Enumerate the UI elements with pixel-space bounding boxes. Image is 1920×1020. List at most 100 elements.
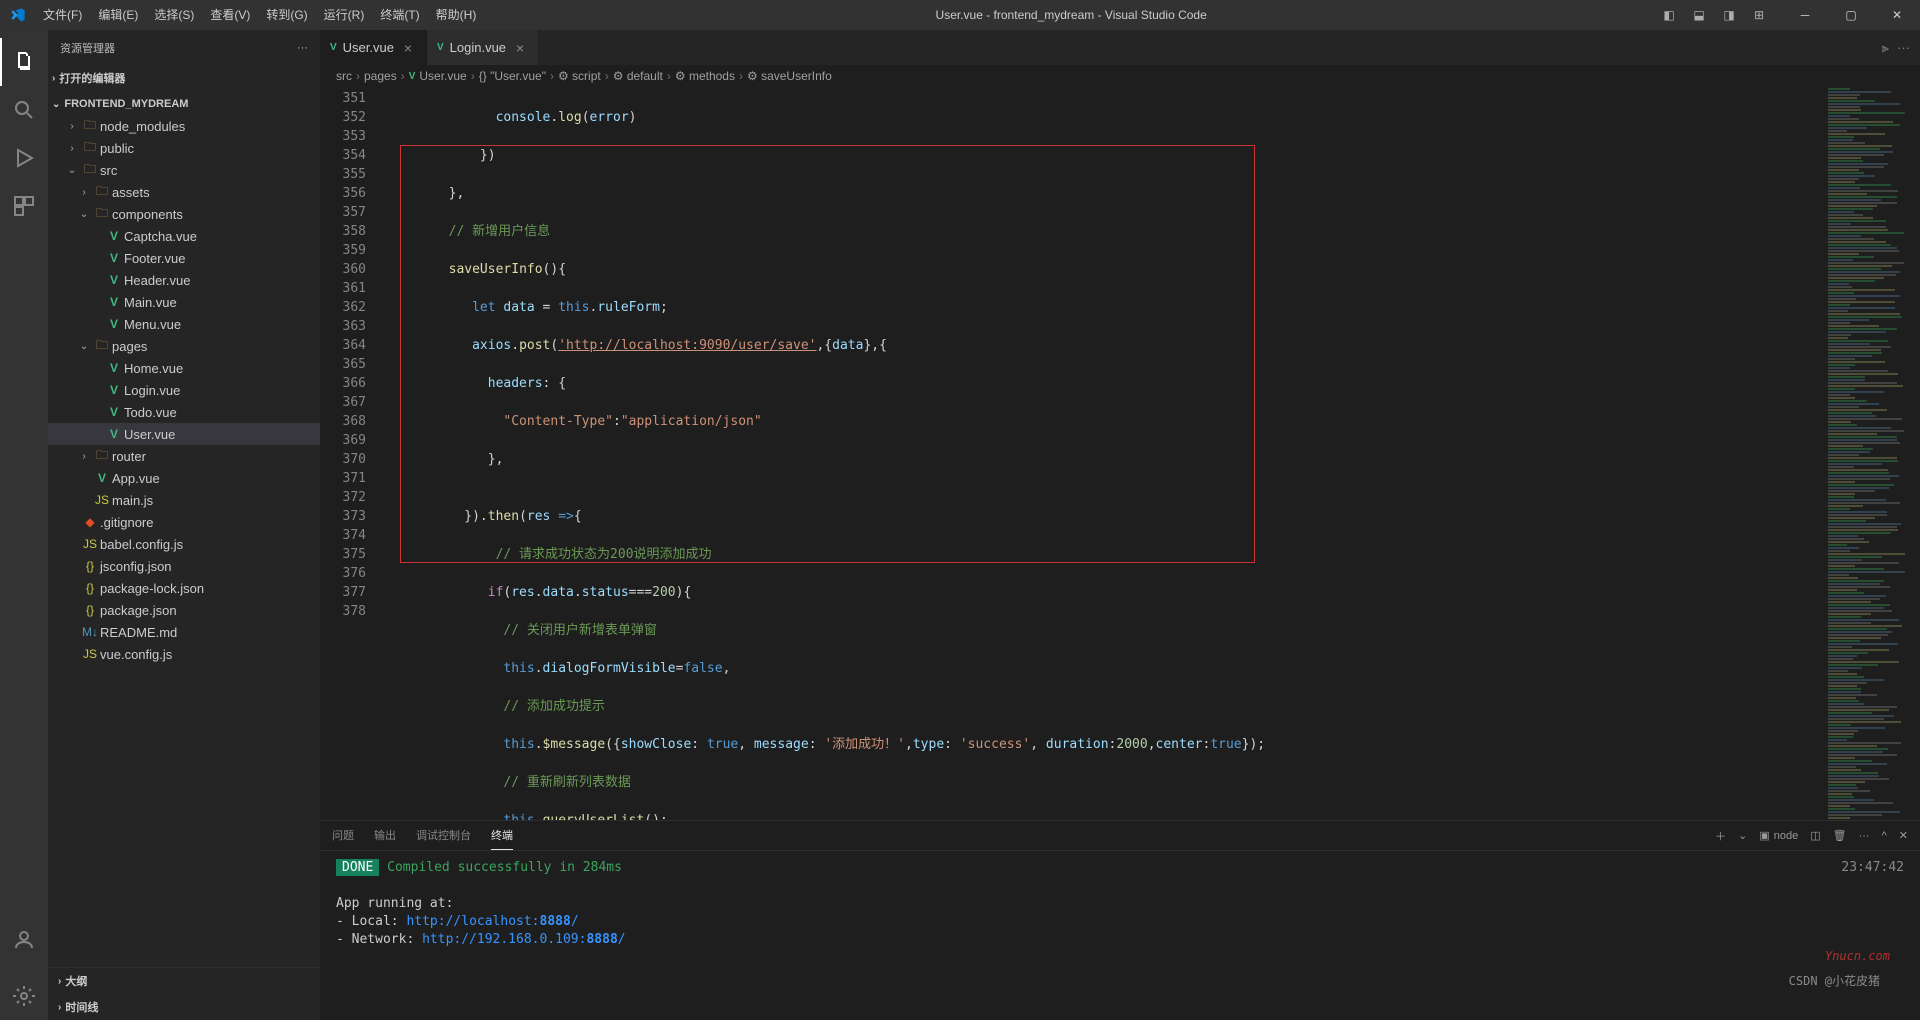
close-tab-icon[interactable]: ×	[512, 40, 528, 56]
maximize-icon[interactable]: ▢	[1828, 0, 1874, 30]
tree-folder[interactable]: ⌄🗀pages	[48, 335, 320, 357]
window-title: User.vue - frontend_mydream - Visual Stu…	[484, 8, 1658, 22]
explorer-icon[interactable]	[0, 38, 48, 86]
menu-item[interactable]: 编辑(E)	[90, 0, 146, 30]
chevron-icon: ›	[64, 121, 80, 132]
open-editors-section[interactable]: ›打开的编辑器	[48, 67, 320, 89]
code-area[interactable]: console.log(error) }) }, // 新增用户信息 saveU…	[386, 87, 1824, 820]
tree-file[interactable]: {}package-lock.json	[48, 577, 320, 599]
breadcrumb-item[interactable]: ⚙ script	[558, 69, 601, 83]
tree-folder[interactable]: ⌄🗀components	[48, 203, 320, 225]
search-icon[interactable]	[0, 86, 48, 134]
tree-file[interactable]: VHeader.vue	[48, 269, 320, 291]
menu-item[interactable]: 帮助(H)	[428, 0, 485, 30]
tree-label: assets	[112, 185, 150, 200]
layout-panel-bottom-icon[interactable]: ⬓	[1688, 0, 1710, 30]
account-icon[interactable]	[0, 916, 48, 964]
tree-label: node_modules	[100, 119, 185, 134]
tree-file[interactable]: VCaptcha.vue	[48, 225, 320, 247]
tree-folder[interactable]: ⌄🗀src	[48, 159, 320, 181]
tree-file[interactable]: M↓README.md	[48, 621, 320, 643]
tree-file[interactable]: VFooter.vue	[48, 247, 320, 269]
more-icon[interactable]: ···	[297, 42, 308, 54]
more-actions-icon[interactable]: ···	[1897, 40, 1910, 55]
project-section[interactable]: ⌄FRONTEND_MYDREAM	[48, 93, 320, 115]
tree-folder[interactable]: ›🗀node_modules	[48, 115, 320, 137]
main-area: VUser.vue×VLogin.vue× ⫸ ··· src›pages›V …	[320, 30, 1920, 1020]
trash-icon[interactable]: 🗑	[1833, 829, 1847, 842]
layout-panel-left-icon[interactable]: ◧	[1658, 0, 1680, 30]
breadcrumb-item[interactable]: ⚙ methods	[675, 69, 735, 83]
tree-label: Login.vue	[124, 383, 180, 398]
editor-tab[interactable]: VUser.vue×	[320, 30, 427, 65]
tree-file[interactable]: JSbabel.config.js	[48, 533, 320, 555]
breadcrumb-item[interactable]: ⚙ default	[613, 69, 663, 83]
menu-item[interactable]: 终端(T)	[372, 0, 427, 30]
settings-gear-icon[interactable]	[0, 972, 48, 1020]
panel-tab[interactable]: 终端	[491, 821, 513, 850]
close-tab-icon[interactable]: ×	[400, 40, 416, 56]
local-url[interactable]: http://localhost:8888/	[406, 914, 578, 929]
tree-file[interactable]: VApp.vue	[48, 467, 320, 489]
network-url[interactable]: http://192.168.0.109:8888/	[422, 932, 626, 947]
editor-tab[interactable]: VLogin.vue×	[427, 30, 539, 65]
close-icon[interactable]: ✕	[1874, 0, 1920, 30]
vue-icon: V	[104, 405, 124, 419]
tree-folder[interactable]: ›🗀assets	[48, 181, 320, 203]
tree-file[interactable]: JSvue.config.js	[48, 643, 320, 665]
outline-section[interactable]: ›大纲	[48, 970, 320, 992]
terminal-profile[interactable]: ▣node	[1759, 829, 1798, 842]
tree-label: README.md	[100, 625, 177, 640]
menu-item[interactable]: 选择(S)	[146, 0, 202, 30]
tree-file[interactable]: {}jsconfig.json	[48, 555, 320, 577]
breadcrumb[interactable]: src›pages›V User.vue›{} "User.vue"›⚙ scr…	[320, 65, 1920, 87]
tree-file[interactable]: VTodo.vue	[48, 401, 320, 423]
breadcrumb-item[interactable]: src	[336, 69, 352, 83]
terminal-output[interactable]: 23:47:42 DONE Compiled successfully in 2…	[320, 851, 1920, 1020]
menu-item[interactable]: 文件(F)	[35, 0, 90, 30]
close-panel-icon[interactable]: ✕	[1899, 829, 1908, 842]
breadcrumb-item[interactable]: V User.vue	[409, 69, 467, 83]
js-icon: JS	[80, 537, 100, 551]
minimize-icon[interactable]: ─	[1782, 0, 1828, 30]
breadcrumb-item[interactable]: pages	[364, 69, 397, 83]
split-terminal-icon[interactable]: ◫	[1810, 829, 1820, 842]
split-editor-icon[interactable]: ⫸	[1882, 40, 1889, 56]
timeline-section[interactable]: ›时间线	[48, 996, 320, 1018]
vue-icon: V	[104, 251, 124, 265]
tree-file[interactable]: VHome.vue	[48, 357, 320, 379]
editor-tabs: VUser.vue×VLogin.vue× ⫸ ···	[320, 30, 1920, 65]
extensions-icon[interactable]	[0, 182, 48, 230]
new-terminal-icon[interactable]: ＋	[1715, 828, 1726, 844]
terminal-split-dropdown-icon[interactable]: ⌄	[1738, 829, 1747, 842]
menu-item[interactable]: 运行(R)	[316, 0, 373, 30]
tree-file[interactable]: VMenu.vue	[48, 313, 320, 335]
panel-tab[interactable]: 问题	[332, 821, 354, 850]
minimap[interactable]	[1824, 87, 1920, 820]
more-icon[interactable]: ···	[1859, 830, 1870, 842]
tree-folder[interactable]: ›🗀router	[48, 445, 320, 467]
panel-tab[interactable]: 输出	[374, 821, 396, 850]
panel-tabs: 问题输出调试控制台终端 ＋ ⌄ ▣node ◫ 🗑 ··· ^ ✕	[320, 821, 1920, 851]
menu-item[interactable]: 转到(G)	[258, 0, 315, 30]
tree-file[interactable]: VLogin.vue	[48, 379, 320, 401]
layout-customize-icon[interactable]: ⊞	[1748, 0, 1770, 30]
debug-icon[interactable]	[0, 134, 48, 182]
tree-folder[interactable]: ›🗀public	[48, 137, 320, 159]
json-icon: {}	[80, 581, 100, 595]
breadcrumb-item[interactable]: {} "User.vue"	[479, 69, 546, 83]
layout-panel-right-icon[interactable]: ◨	[1718, 0, 1740, 30]
panel-tab[interactable]: 调试控制台	[416, 821, 471, 850]
menu-item[interactable]: 查看(V)	[202, 0, 258, 30]
maximize-panel-icon[interactable]: ^	[1882, 830, 1887, 842]
tree-file[interactable]: JSmain.js	[48, 489, 320, 511]
editor[interactable]: 3513523533543553563573583593603613623633…	[320, 87, 1920, 820]
tree-file[interactable]: {}package.json	[48, 599, 320, 621]
tree-file[interactable]: ◆.gitignore	[48, 511, 320, 533]
tree-label: package-lock.json	[100, 581, 204, 596]
tree-file[interactable]: VUser.vue	[48, 423, 320, 445]
tree-file[interactable]: VMain.vue	[48, 291, 320, 313]
tree-label: components	[112, 207, 183, 222]
breadcrumb-item[interactable]: ⚙ saveUserInfo	[747, 69, 832, 83]
tree-label: vue.config.js	[100, 647, 172, 662]
